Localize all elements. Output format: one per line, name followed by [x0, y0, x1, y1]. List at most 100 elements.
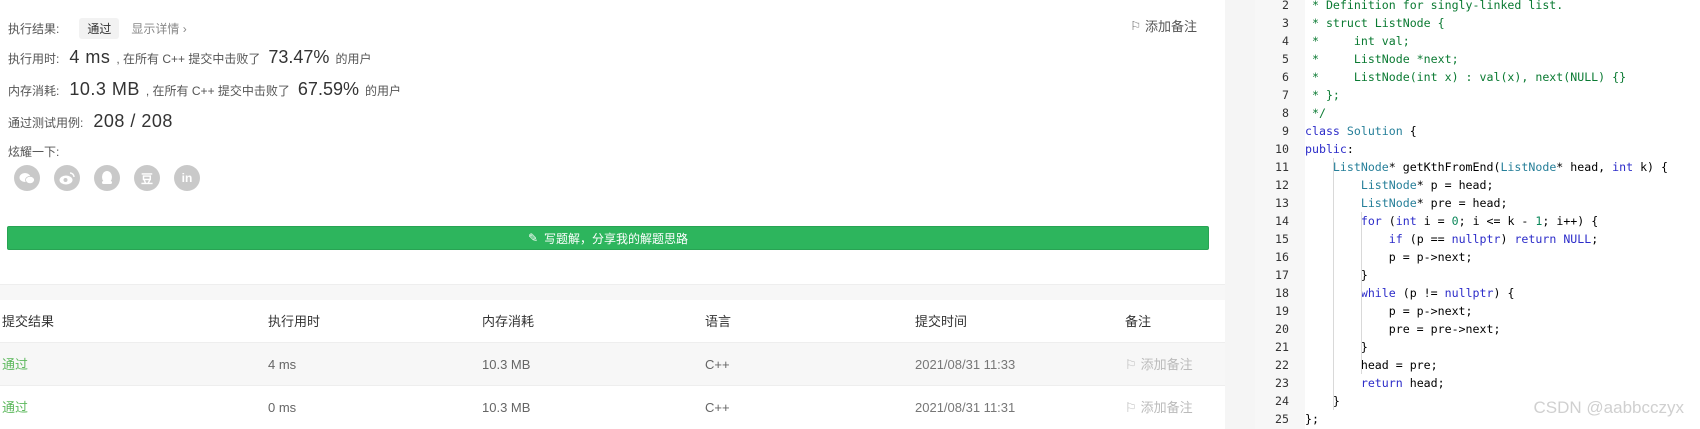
submission-page: 执行结果: 通过 显示详情 › ⚐ 添加备注 执行用时: 4 ms , 在所有 …	[0, 0, 1700, 429]
memory-prefix: , 在所有 C++ 提交中击败了	[145, 84, 290, 98]
add-note-button[interactable]: ⚐ 添加备注	[1130, 16, 1197, 35]
line-code: p = p->next;	[1305, 304, 1473, 318]
panel-divider[interactable]	[1225, 0, 1255, 429]
header-submitted: 提交时间	[915, 314, 968, 329]
line-number: 12	[1275, 178, 1289, 192]
line-number: 13	[1275, 196, 1289, 210]
line-code: * };	[1305, 88, 1340, 102]
header-note: 备注	[1125, 314, 1152, 329]
line-number: 10	[1275, 142, 1289, 156]
memory-label: 内存消耗:	[8, 84, 60, 98]
row-add-note-button[interactable]: ⚐ 添加备注	[1125, 343, 1193, 386]
line-number: 5	[1282, 52, 1289, 66]
flag-icon: ⚐	[1125, 400, 1137, 415]
flag-icon: ⚐	[1130, 18, 1141, 33]
douban-icon[interactable]: 豆	[134, 165, 160, 191]
line-code: */	[1305, 106, 1326, 120]
row-submitted: 2021/08/31 11:33	[915, 357, 1016, 372]
header-result: 提交结果	[2, 314, 55, 329]
memory-row: 内存消耗: 10.3 MB , 在所有 C++ 提交中击败了 67.59% 的用…	[8, 79, 401, 100]
line-number: 21	[1275, 340, 1289, 354]
code-editor[interactable]: 2 * Definition for singly-linked list. 3 …	[1255, 0, 1700, 429]
line-number: 17	[1275, 268, 1289, 282]
runtime-percent: 73.47%	[268, 47, 330, 67]
memory-value: 10.3 MB	[69, 79, 140, 99]
line-code: public:	[1305, 142, 1354, 156]
line-code: * ListNode(int x) : val(x), next(NULL) {…	[1305, 70, 1627, 84]
line-code: * ListNode *next;	[1305, 52, 1459, 66]
weibo-icon[interactable]	[54, 165, 80, 191]
line-code: p = p->next;	[1305, 250, 1473, 264]
qq-icon[interactable]	[94, 165, 120, 191]
share-row-label: 炫耀一下:	[8, 143, 65, 160]
line-number: 4	[1282, 34, 1289, 48]
line-number: 19	[1275, 304, 1289, 318]
memory-percent: 67.59%	[297, 79, 359, 99]
row-add-note-label: 添加备注	[1140, 357, 1193, 372]
line-code: }	[1305, 340, 1368, 354]
line-number: 18	[1275, 286, 1289, 300]
header-language: 语言	[705, 314, 732, 329]
line-code: for (int i = 0; i <= k - 1; i++) {	[1360, 214, 1599, 228]
row-result-link[interactable]: 通过	[2, 343, 28, 386]
watermark: CSDN @aabbcczyx	[1533, 398, 1684, 417]
submissions-table: 提交结果 执行用时 内存消耗 语言 提交时间 备注 通过 4 ms 10.3 M…	[0, 300, 1225, 429]
line-code: }	[1305, 394, 1340, 408]
result-row: 执行结果: 通过 显示详情 ›	[8, 18, 187, 39]
line-code: class Solution {	[1305, 124, 1417, 138]
row-memory: 10.3 MB	[482, 357, 531, 372]
line-code: if (p == nullptr) return NULL;	[1388, 232, 1599, 246]
line-number: 11	[1275, 160, 1289, 174]
line-number: 7	[1282, 88, 1289, 102]
line-code: head = pre;	[1305, 358, 1438, 372]
line-code: * Definition for singly-linked list.	[1305, 0, 1564, 12]
tests-value: 208 / 208	[93, 111, 173, 131]
runtime-row: 执行用时: 4 ms , 在所有 C++ 提交中击败了 73.47% 的用户	[8, 47, 371, 68]
runtime-prefix: , 在所有 C++ 提交中击败了	[116, 52, 261, 66]
write-solution-button[interactable]: ✎ 写题解，分享我的解题思路	[7, 226, 1209, 250]
line-code: ListNode* pre = head;	[1360, 196, 1508, 210]
line-number: 9	[1282, 124, 1289, 138]
table-row[interactable]: 通过 0 ms 10.3 MB C++ 2021/08/31 11:31 ⚐ 添加…	[0, 386, 1225, 429]
line-number: 8	[1282, 106, 1289, 120]
line-code: pre = pre->next;	[1305, 322, 1501, 336]
row-runtime: 0 ms	[268, 400, 297, 415]
row-memory: 10.3 MB	[482, 400, 531, 415]
row-result-link[interactable]: 通过	[2, 386, 28, 429]
line-code: ListNode* getKthFromEnd(ListNode* head, …	[1332, 160, 1668, 174]
header-runtime: 执行用时	[268, 314, 321, 329]
header-memory: 内存消耗	[482, 314, 535, 329]
show-details-link[interactable]: 显示详情 ›	[131, 20, 186, 37]
line-number: 22	[1275, 358, 1289, 372]
result-panel: 执行结果: 通过 显示详情 › ⚐ 添加备注 执行用时: 4 ms , 在所有 …	[0, 0, 1225, 429]
table-header: 提交结果 执行用时 内存消耗 语言 提交时间 备注	[0, 300, 1225, 343]
line-code: * int val;	[1305, 34, 1410, 48]
wechat-icon[interactable]	[14, 165, 40, 191]
line-code: while (p != nullptr) {	[1360, 286, 1515, 300]
memory-suffix: 的用户	[364, 84, 401, 98]
line-number: 20	[1275, 322, 1289, 336]
linkedin-glyph: in	[181, 171, 193, 185]
line-number: 2	[1282, 0, 1289, 12]
runtime-suffix: 的用户	[335, 52, 372, 66]
line-code: };	[1305, 412, 1319, 426]
result-label: 执行结果:	[8, 22, 60, 36]
row-submitted: 2021/08/31 11:31	[915, 400, 1016, 415]
result-card: 执行结果: 通过 显示详情 › ⚐ 添加备注 执行用时: 4 ms , 在所有 …	[0, 0, 1225, 285]
row-language: C++	[705, 357, 730, 372]
row-add-note-button[interactable]: ⚐ 添加备注	[1125, 386, 1193, 429]
line-code: * struct ListNode {	[1305, 16, 1445, 30]
write-solution-label: 写题解，分享我的解题思路	[544, 231, 689, 246]
linkedin-icon[interactable]: in	[174, 165, 200, 191]
share-label: 炫耀一下:	[8, 145, 60, 159]
status-badge: 通过	[79, 18, 120, 39]
line-number: 6	[1282, 70, 1289, 84]
line-number: 16	[1275, 250, 1289, 264]
row-add-note-label: 添加备注	[1140, 400, 1193, 415]
table-row[interactable]: 通过 4 ms 10.3 MB C++ 2021/08/31 11:33 ⚐ 添加…	[0, 343, 1225, 386]
line-code: }	[1305, 268, 1368, 282]
indent-guide	[1333, 158, 1334, 410]
indent-guide	[1361, 212, 1362, 374]
line-number: 3	[1282, 16, 1289, 30]
douban-glyph: 豆	[140, 171, 153, 186]
